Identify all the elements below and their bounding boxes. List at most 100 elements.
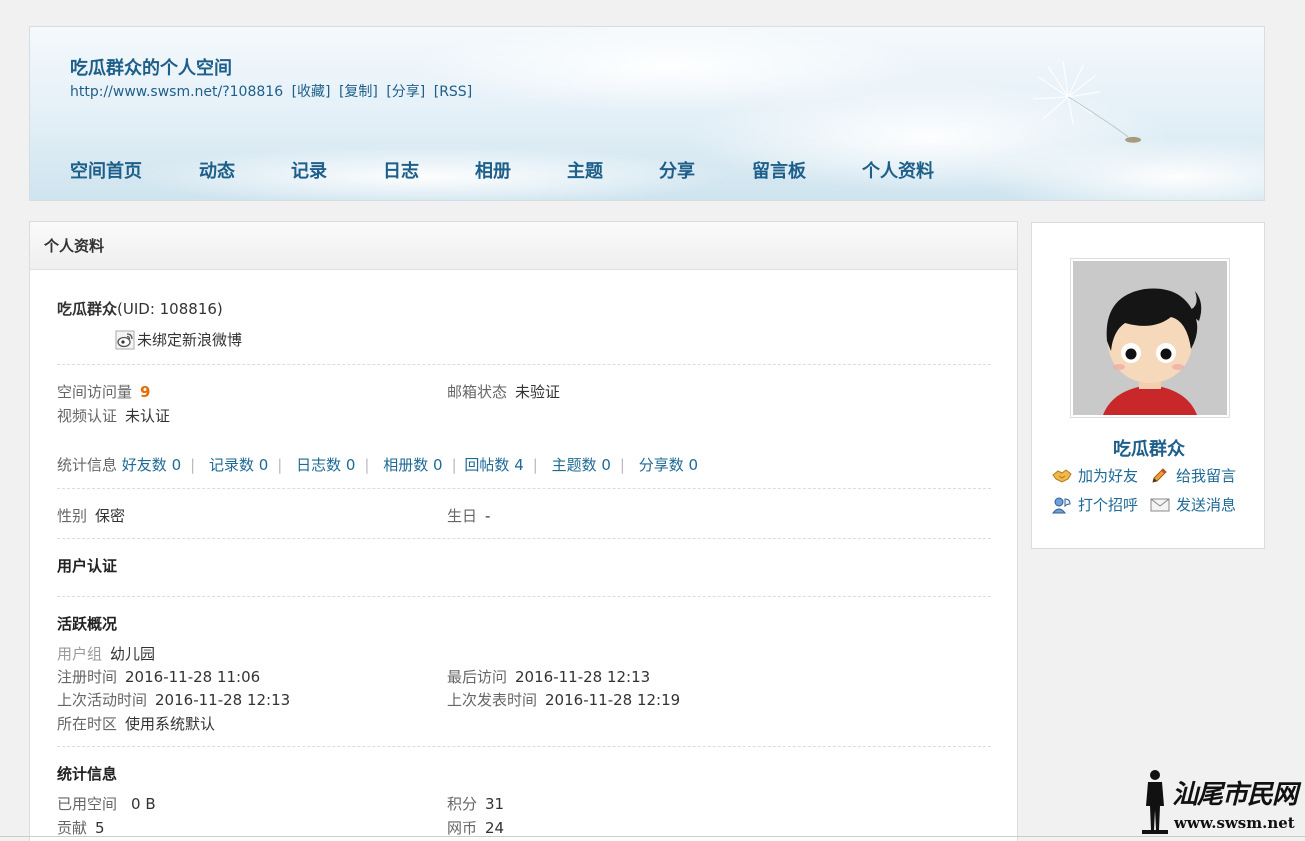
last-post-value: 2016-11-28 12:19 xyxy=(545,691,681,709)
leave-message-button[interactable]: 给我留言 xyxy=(1150,465,1236,486)
points-label: 积分 xyxy=(447,795,478,813)
send-message-button[interactable]: 发送消息 xyxy=(1150,494,1236,515)
last-visit-label: 最后访问 xyxy=(447,668,508,686)
gender-row: 性别 保密 xyxy=(57,505,125,526)
divider xyxy=(57,538,991,539)
space-title[interactable]: 吃瓜群众的个人空间 xyxy=(70,54,232,80)
points-value: 31 xyxy=(485,795,505,813)
timezone-label: 所在时区 xyxy=(57,715,118,733)
last-visit-row: 最后访问 2016-11-28 12:13 xyxy=(447,666,650,687)
reg-row: 注册时间 2016-11-28 11:06 xyxy=(57,666,260,687)
email-row: 邮箱状态 未验证 xyxy=(447,381,560,402)
handshake-icon xyxy=(1052,468,1072,483)
page-bottom-border xyxy=(0,836,1305,837)
last-active-value: 2016-11-28 12:13 xyxy=(155,691,291,709)
uid: (UID: 108816) xyxy=(117,300,223,318)
last-visit-value: 2016-11-28 12:13 xyxy=(515,668,651,686)
divider xyxy=(57,488,991,489)
nav-album[interactable]: 相册 xyxy=(475,157,567,183)
nav-feed[interactable]: 动态 xyxy=(199,157,291,183)
space-url-line: http://www.swsm.net/?108816 [收藏] [复制] [分… xyxy=(70,81,476,101)
profile-panel: 个人资料 吃瓜群众(UID: 108816) 未绑定新浪微博 空间访问量 9 邮箱… xyxy=(29,221,1018,841)
contrib-row: 贡献 5 xyxy=(57,817,105,838)
stat-replies[interactable]: 回帖数 4 xyxy=(464,456,523,474)
stat-records[interactable]: 记录数 0 xyxy=(209,456,268,474)
timezone-value: 使用系统默认 xyxy=(125,715,216,733)
video-row: 视频认证 未认证 xyxy=(57,405,170,426)
person-silhouette-icon xyxy=(1142,770,1168,834)
group-label: 用户组 xyxy=(57,645,103,663)
user-card: 吃瓜群众 加为好友 给我留言 打个招呼 发送消息 xyxy=(1031,222,1265,549)
timezone-row: 所在时区 使用系统默认 xyxy=(57,713,215,734)
active-section-title: 活跃概况 xyxy=(57,615,118,633)
weibo-status: 未绑定新浪微博 xyxy=(137,331,243,349)
space-nav: 空间首页 动态 记录 日志 相册 主题 分享 留言板 个人资料 xyxy=(70,157,962,183)
weibo-line: 未绑定新浪微博 xyxy=(115,329,242,350)
stat-threads[interactable]: 主题数 0 xyxy=(552,456,611,474)
nav-guestbook[interactable]: 留言板 xyxy=(752,157,862,183)
stat-separator: | xyxy=(532,456,538,474)
nav-home[interactable]: 空间首页 xyxy=(70,157,199,183)
email-value: 未验证 xyxy=(515,383,561,401)
nav-profile[interactable]: 个人资料 xyxy=(862,157,962,183)
birthday-label: 生日 xyxy=(447,507,478,525)
favorite-link[interactable]: [收藏] xyxy=(292,84,331,100)
gender-value: 保密 xyxy=(95,507,126,525)
email-label: 邮箱状态 xyxy=(447,383,508,401)
reg-label: 注册时间 xyxy=(57,668,118,686)
coin-row: 网币 24 xyxy=(447,817,504,838)
contrib-value: 5 xyxy=(95,819,105,837)
weibo-icon xyxy=(115,330,135,349)
pencil-icon xyxy=(1152,467,1167,483)
visits-row: 空间访问量 9 xyxy=(57,381,150,402)
coin-label: 网币 xyxy=(447,819,478,837)
last-active-row: 上次活动时间 2016-11-28 12:13 xyxy=(57,689,290,710)
last-post-row: 上次发表时间 2016-11-28 12:19 xyxy=(447,689,680,710)
watermark-domain: www.swsm.net xyxy=(1174,814,1295,832)
user-wave-icon xyxy=(1052,497,1071,513)
greet-button[interactable]: 打个招呼 xyxy=(1052,494,1138,515)
add-friend-button[interactable]: 加为好友 xyxy=(1052,465,1138,486)
share-link[interactable]: [分享] xyxy=(386,84,425,100)
greet-label: 打个招呼 xyxy=(1078,496,1139,514)
user-line: 吃瓜群众(UID: 108816) xyxy=(57,298,223,319)
card-username[interactable]: 吃瓜群众 xyxy=(1032,435,1266,461)
stat-shares[interactable]: 分享数 0 xyxy=(639,456,698,474)
rss-link[interactable]: [RSS] xyxy=(434,84,472,100)
stats-section-title: 统计信息 xyxy=(57,765,118,783)
envelope-icon xyxy=(1150,498,1170,511)
divider xyxy=(57,596,991,597)
birthday-row: 生日 - xyxy=(447,505,490,526)
avatar[interactable] xyxy=(1070,258,1230,418)
space-row: 已用空间 0 B xyxy=(57,793,156,814)
space-url[interactable]: http://www.swsm.net/?108816 xyxy=(70,84,283,100)
stats-row: 统计信息 好友数 0 | 记录数 0 | 日志数 0 | 相册数 0 | 回帖数 4 | … xyxy=(57,454,698,475)
nav-blog[interactable]: 日志 xyxy=(383,157,475,183)
stat-blogs[interactable]: 日志数 0 xyxy=(296,456,355,474)
nav-threads[interactable]: 主题 xyxy=(567,157,659,183)
visits-value: 9 xyxy=(140,383,151,401)
contrib-label: 贡献 xyxy=(57,819,88,837)
nav-records[interactable]: 记录 xyxy=(291,157,383,183)
visits-label: 空间访问量 xyxy=(57,383,133,401)
add-friend-label: 加为好友 xyxy=(1078,467,1139,485)
nav-share[interactable]: 分享 xyxy=(659,157,752,183)
stat-separator: | xyxy=(451,456,457,474)
stats-label: 统计信息 xyxy=(57,456,118,474)
stat-albums[interactable]: 相册数 0 xyxy=(383,456,442,474)
username: 吃瓜群众 xyxy=(57,300,118,318)
group-value[interactable]: 幼儿园 xyxy=(110,645,155,663)
points-row: 积分 31 xyxy=(447,793,504,814)
copy-link[interactable]: [复制] xyxy=(339,84,378,100)
space-header: 吃瓜群众的个人空间 http://www.swsm.net/?108816 [收… xyxy=(29,26,1265,201)
stat-friends[interactable]: 好友数 0 xyxy=(122,456,181,474)
divider xyxy=(57,364,991,365)
video-label: 视频认证 xyxy=(57,407,118,425)
avatar-image xyxy=(1073,261,1227,415)
auth-section-title: 用户认证 xyxy=(57,557,118,575)
divider xyxy=(57,746,991,747)
stat-separator: | xyxy=(277,456,283,474)
watermark-text: 汕尾市民网 xyxy=(1172,780,1298,810)
reg-value: 2016-11-28 11:06 xyxy=(125,668,261,686)
panel-title: 个人资料 xyxy=(30,222,1017,270)
